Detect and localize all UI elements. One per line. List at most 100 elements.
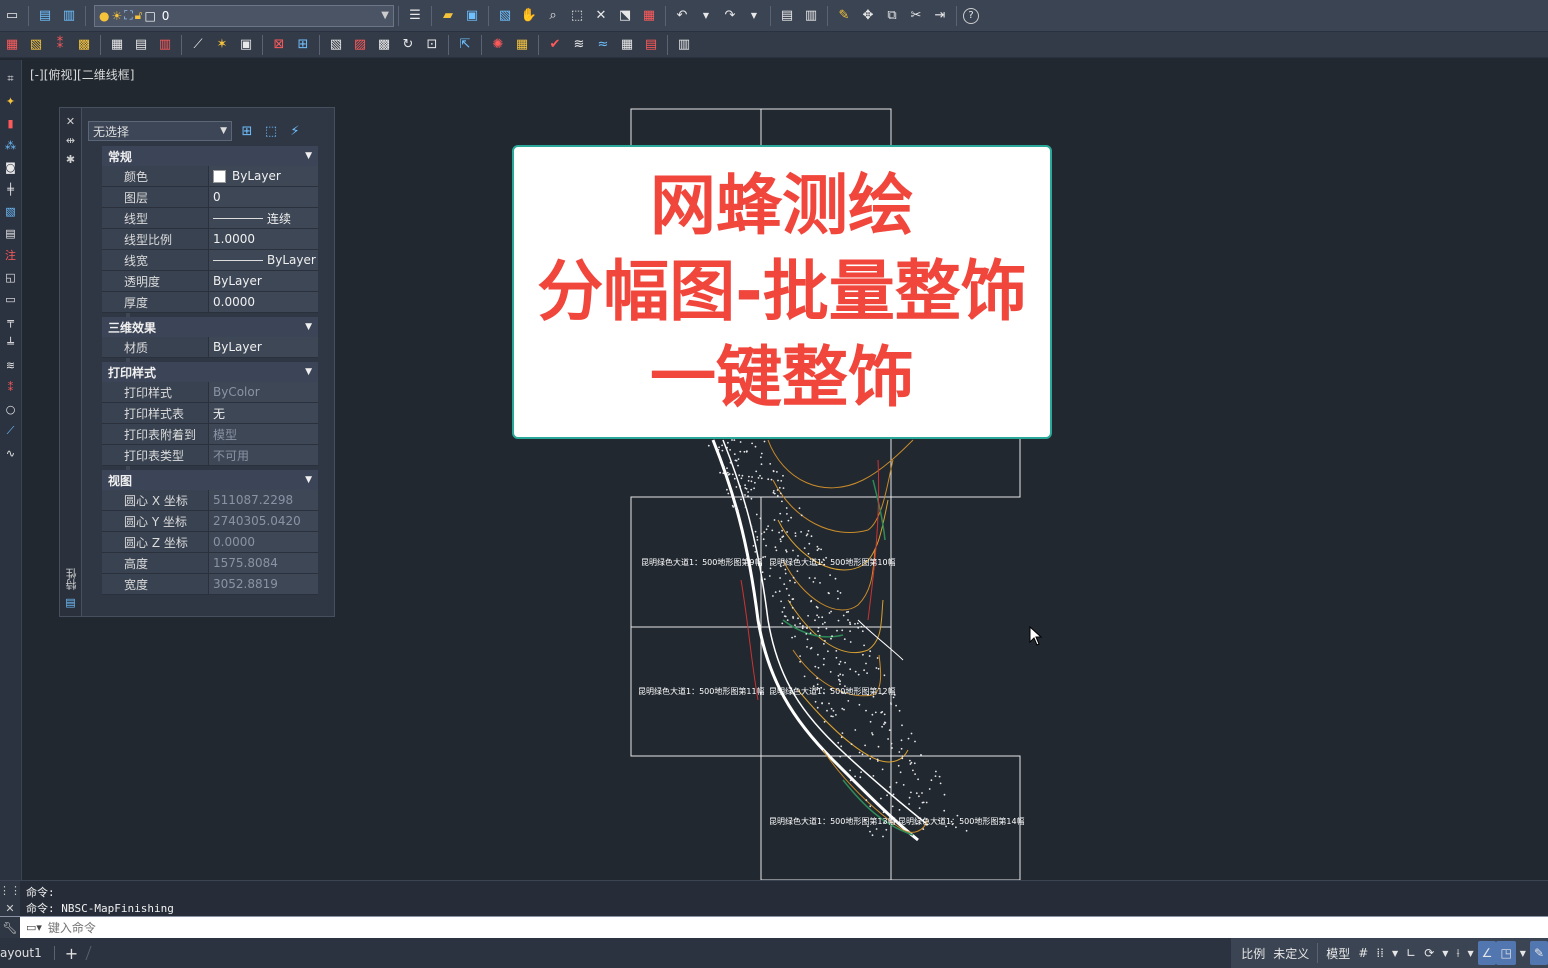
measure-tool-icon[interactable]: ⟋ [2, 422, 20, 440]
property-row[interactable]: 图层 0 [102, 187, 318, 208]
red-block-icon[interactable]: ▮ [2, 114, 20, 132]
layer-tool-icon[interactable]: ≋ [569, 35, 589, 55]
table-tool-icon[interactable]: ▤ [131, 35, 151, 55]
section-header[interactable]: 打印样式 ▼ [102, 362, 318, 382]
property-row[interactable]: 材质 ByLayer [102, 337, 318, 358]
autohide-icon[interactable]: ⇹ [66, 134, 75, 147]
tab-layout1[interactable]: ayout1 [0, 938, 50, 968]
grip-icon[interactable]: ⋮⋮ [0, 884, 21, 897]
zoom-realtime-icon[interactable]: ⌕ [543, 6, 563, 26]
redo-dropdown-icon[interactable]: ▼ [744, 6, 764, 26]
isodraft-icon[interactable]: ⟊ [1452, 941, 1463, 965]
fence-tool-icon[interactable]: ╤ [2, 312, 20, 330]
layer-states-icon[interactable]: ▥ [59, 6, 79, 26]
property-value[interactable]: 1.0000 [208, 229, 318, 249]
select-objects-icon[interactable]: ⬚ [262, 122, 280, 140]
report-tool-icon[interactable]: ▤ [641, 35, 661, 55]
stairs-tool-icon[interactable]: ≋ [2, 356, 20, 374]
delete-frame-icon[interactable]: ⊠ [269, 35, 289, 55]
property-row[interactable]: 线宽 ByLayer [102, 250, 318, 271]
export-tool-icon[interactable]: ⇱ [455, 35, 475, 55]
command-input[interactable] [47, 917, 1548, 938]
node-tool-icon[interactable]: ⁂ [2, 136, 20, 154]
undo-dropdown-icon[interactable]: ▼ [696, 6, 716, 26]
block-tool-icon[interactable]: ▣ [236, 35, 256, 55]
point-tool-icon[interactable]: ⁑ [50, 35, 70, 55]
property-row[interactable]: 宽度 3052.8819 [102, 574, 318, 595]
command-grip[interactable]: ⋮⋮ ✕ [0, 881, 21, 917]
zoom-extents-icon[interactable]: ✕ [591, 6, 611, 26]
ladder-tool-icon[interactable]: ╪ [2, 180, 20, 198]
app-menu-icon[interactable]: ▭ [2, 6, 22, 26]
trim-icon[interactable]: ✂ [906, 6, 926, 26]
code-tool-icon[interactable]: ⌗ [2, 70, 20, 88]
object-snap-icon[interactable]: ◳ [1496, 941, 1516, 965]
object-tracking-icon[interactable]: ∠ [1477, 941, 1497, 965]
zoom-window-icon[interactable]: ⬚ [567, 6, 587, 26]
grid-tool-icon[interactable]: ▦ [107, 35, 127, 55]
command-prompt-icon[interactable]: ▭▾ [26, 921, 42, 934]
design-center-icon[interactable]: ▥ [801, 6, 821, 26]
legend-tool-icon[interactable]: ▩ [374, 35, 394, 55]
pencil-icon[interactable]: ✎ [834, 6, 854, 26]
property-value[interactable]: ByLayer [208, 337, 318, 357]
batch-frame-icon[interactable]: ⊞ [293, 35, 313, 55]
isodraft-dropdown-icon[interactable]: ▼ [1464, 941, 1478, 965]
move-icon[interactable]: ✥ [858, 6, 878, 26]
customize-wrench-icon[interactable]: 🔧︎ [0, 916, 20, 939]
property-value[interactable]: ByLayer [208, 250, 318, 270]
panel-tool-icon[interactable]: ▤ [2, 224, 20, 242]
snap-dropdown-icon[interactable]: ▼ [1388, 941, 1402, 965]
property-value[interactable]: ByLayer [208, 271, 318, 291]
property-row[interactable]: 打印样式表 无 [102, 403, 318, 424]
section-header[interactable]: 常规 ▼ [102, 146, 318, 166]
survey-tool-icon[interactable]: ▦ [2, 35, 22, 55]
section-header[interactable]: 三维效果 ▼ [102, 317, 318, 337]
plot-tool-icon[interactable]: ▥ [674, 35, 694, 55]
extend-icon[interactable]: ⇥ [930, 6, 950, 26]
layer-properties-icon[interactable]: ▤ [35, 6, 55, 26]
sheet-index-icon[interactable]: ▨ [350, 35, 370, 55]
paint-tool-icon[interactable]: ✦ [2, 92, 20, 110]
model-space-button[interactable]: 模型 [1322, 941, 1354, 965]
quick-select-icon[interactable]: ⚡︎ [286, 122, 304, 140]
save-icon[interactable]: ▣ [462, 6, 482, 26]
property-row[interactable]: 厚度 0.0000 [102, 292, 318, 313]
frame-tool-icon[interactable]: ▥ [155, 35, 175, 55]
road-tool-icon[interactable]: ≈ [593, 35, 613, 55]
selection-dropdown[interactable]: 无选择 ▼ [88, 121, 232, 141]
property-row[interactable]: 打印表类型 不可用 [102, 445, 318, 466]
line-tool-icon[interactable]: ⟋ [188, 35, 208, 55]
palette-bottom-icon[interactable]: ▤ [65, 596, 75, 609]
section-header[interactable]: 视图 ▼ [102, 470, 318, 490]
drawing-viewport[interactable]: [-][俯视][二维线框] 昆明绿色大道1：500地形图第9幅 昆明绿色大道1：… [23, 60, 1548, 880]
property-row[interactable]: 圆心 X 坐标 511087.2298 [102, 490, 318, 511]
shape-tool-icon[interactable]: ◱ [2, 268, 20, 286]
annotation-scale-value[interactable]: 未定义 [1269, 941, 1313, 965]
rotate-tool-icon[interactable]: ↻ [398, 35, 418, 55]
annotation-scale-label[interactable]: 比例 [1237, 941, 1269, 965]
terrain-tool-icon[interactable]: ▧ [26, 35, 46, 55]
property-value[interactable]: 0 [208, 187, 318, 207]
pin-tool-icon[interactable]: ⁑ [2, 378, 20, 396]
polar-icon[interactable]: ⟳ [1420, 941, 1438, 965]
property-row[interactable]: 高度 1575.8084 [102, 553, 318, 574]
check-tool-icon[interactable]: ✔ [545, 35, 565, 55]
sheet-tool-icon[interactable]: ▧ [326, 35, 346, 55]
layer-dropdown[interactable]: ● ☀ ⛶ 🔓︎ □ 0 ▼ [94, 4, 394, 27]
help-icon[interactable]: ? [963, 7, 979, 24]
redo-icon[interactable]: ↷ [720, 6, 740, 26]
image-tool-icon[interactable]: ▧ [2, 202, 20, 220]
image-icon[interactable]: ▧ [495, 6, 515, 26]
property-row[interactable]: 打印样式 ByColor [102, 382, 318, 403]
building-tool-icon[interactable]: ▦ [617, 35, 637, 55]
rail-tool-icon[interactable]: ╧ [2, 334, 20, 352]
lineweight-icon[interactable]: ✎ [1529, 941, 1548, 965]
ortho-icon[interactable]: ∟ [1402, 941, 1420, 965]
property-row[interactable]: 圆心 Y 坐标 2740305.0420 [102, 511, 318, 532]
toggle-pickadd-icon[interactable]: ⊞ [238, 122, 256, 140]
close-icon[interactable]: ✕ [66, 115, 75, 128]
open-folder-icon[interactable]: ▰ [438, 6, 458, 26]
finish-tool-icon[interactable]: ✺ [488, 35, 508, 55]
annotate-tool-icon[interactable]: 注 [2, 246, 20, 264]
